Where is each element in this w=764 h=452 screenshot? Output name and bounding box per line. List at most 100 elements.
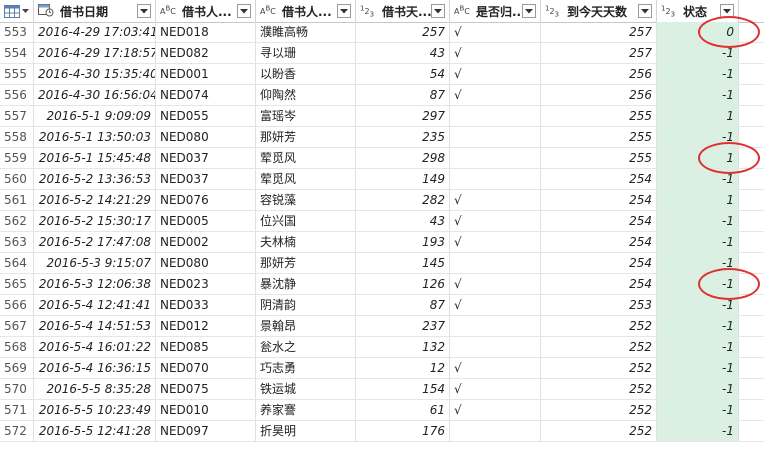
- cell-days[interactable]: 282: [356, 190, 450, 210]
- cell-today[interactable]: 254: [541, 232, 657, 252]
- cell-days[interactable]: 149: [356, 169, 450, 189]
- table-row[interactable]: 560 2016-5-2 13:36:53 NED037 荤觅风 149 254 -1: [0, 169, 764, 190]
- cell-name[interactable]: 位兴国: [256, 211, 356, 231]
- cell-id[interactable]: NED033: [156, 295, 256, 315]
- cell-status[interactable]: -1: [657, 85, 739, 105]
- cell-today[interactable]: 257: [541, 43, 657, 63]
- cell-status[interactable]: -1: [657, 400, 739, 420]
- table-row[interactable]: 571 2016-5-5 10:23:49 NED010 养家謇 61 √ 252 -1: [0, 400, 764, 421]
- cell-days[interactable]: 257: [356, 22, 450, 42]
- cell-id[interactable]: NED080: [156, 127, 256, 147]
- cell-returned[interactable]: √: [450, 379, 541, 399]
- cell-today[interactable]: 253: [541, 295, 657, 315]
- cell-days[interactable]: 43: [356, 43, 450, 63]
- cell-returned[interactable]: √: [450, 64, 541, 84]
- cell-returned[interactable]: [450, 169, 541, 189]
- table-row[interactable]: 561 2016-5-2 14:21:29 NED076 容锐藻 282 √ 254 1: [0, 190, 764, 211]
- cell-days[interactable]: 126: [356, 274, 450, 294]
- cell-name[interactable]: 荤觅风: [256, 148, 356, 168]
- cell-returned[interactable]: √: [450, 274, 541, 294]
- cell-name[interactable]: 荤觅风: [256, 169, 356, 189]
- cell-returned[interactable]: √: [450, 211, 541, 231]
- table-row[interactable]: 555 2016-4-30 15:35:40 NED001 以盼香 54 √ 256 -1: [0, 64, 764, 85]
- cell-returned[interactable]: √: [450, 43, 541, 63]
- cell-id[interactable]: NED010: [156, 400, 256, 420]
- cell-today[interactable]: 254: [541, 211, 657, 231]
- cell-returned[interactable]: [450, 421, 541, 441]
- cell-today[interactable]: 255: [541, 127, 657, 147]
- cell-name[interactable]: 容锐藻: [256, 190, 356, 210]
- table-row[interactable]: 566 2016-5-4 12:41:41 NED033 阴清韵 87 √ 253 -1: [0, 295, 764, 316]
- cell-returned[interactable]: √: [450, 232, 541, 252]
- cell-name[interactable]: 仰陶然: [256, 85, 356, 105]
- cell-name[interactable]: 景翰昂: [256, 316, 356, 336]
- cell-status[interactable]: 1: [657, 106, 739, 126]
- cell-status[interactable]: -1: [657, 232, 739, 252]
- table-row[interactable]: 569 2016-5-4 16:36:15 NED070 巧志勇 12 √ 252 -1: [0, 358, 764, 379]
- cell-id[interactable]: NED005: [156, 211, 256, 231]
- cell-status[interactable]: -1: [657, 421, 739, 441]
- cell-days[interactable]: 235: [356, 127, 450, 147]
- cell-returned[interactable]: √: [450, 22, 541, 42]
- filter-dropdown-icon[interactable]: [337, 4, 351, 18]
- cell-id[interactable]: NED076: [156, 190, 256, 210]
- table-row[interactable]: 554 2016-4-29 17:18:57 NED082 寻以珊 43 √ 257 -1: [0, 43, 764, 64]
- cell-days[interactable]: 193: [356, 232, 450, 252]
- cell-today[interactable]: 255: [541, 106, 657, 126]
- cell-days[interactable]: 12: [356, 358, 450, 378]
- cell-today[interactable]: 254: [541, 169, 657, 189]
- table-row[interactable]: 563 2016-5-2 17:47:08 NED002 夫林楠 193 √ 254 -1: [0, 232, 764, 253]
- cell-status[interactable]: -1: [657, 64, 739, 84]
- cell-days[interactable]: 61: [356, 400, 450, 420]
- filter-dropdown-icon[interactable]: [137, 4, 151, 18]
- cell-days[interactable]: 132: [356, 337, 450, 357]
- cell-returned[interactable]: [450, 148, 541, 168]
- table-row[interactable]: 565 2016-5-3 12:06:38 NED023 暴沈静 126 √ 254 -1: [0, 274, 764, 295]
- cell-date[interactable]: 2016-5-5 10:23:49: [34, 400, 156, 420]
- cell-name[interactable]: 阴清韵: [256, 295, 356, 315]
- cell-name[interactable]: 瓮水之: [256, 337, 356, 357]
- cell-days[interactable]: 154: [356, 379, 450, 399]
- cell-date[interactable]: 2016-5-4 16:36:15: [34, 358, 156, 378]
- table-row[interactable]: 568 2016-5-4 16:01:22 NED085 瓮水之 132 252 -1: [0, 337, 764, 358]
- table-row[interactable]: 572 2016-5-5 12:41:28 NED097 折昊明 176 252 -1: [0, 421, 764, 442]
- column-header-returned[interactable]: ABC 是否归...: [450, 0, 541, 22]
- cell-date[interactable]: 2016-5-1 15:45:48: [34, 148, 156, 168]
- cell-name[interactable]: 养家謇: [256, 400, 356, 420]
- cell-name[interactable]: 那妍芳: [256, 127, 356, 147]
- cell-name[interactable]: 富瑶岑: [256, 106, 356, 126]
- cell-id[interactable]: NED037: [156, 148, 256, 168]
- cell-status[interactable]: -1: [657, 211, 739, 231]
- cell-today[interactable]: 252: [541, 358, 657, 378]
- cell-id[interactable]: NED070: [156, 358, 256, 378]
- cell-name[interactable]: 折昊明: [256, 421, 356, 441]
- cell-today[interactable]: 252: [541, 421, 657, 441]
- cell-name[interactable]: 暴沈静: [256, 274, 356, 294]
- table-row[interactable]: 570 2016-5-5 8:35:28 NED075 铁运城 154 √ 252 -1: [0, 379, 764, 400]
- cell-id[interactable]: NED023: [156, 274, 256, 294]
- number-type-icon[interactable]: 123: [360, 4, 380, 18]
- cell-today[interactable]: 252: [541, 379, 657, 399]
- cell-date[interactable]: 2016-5-5 8:35:28: [34, 379, 156, 399]
- cell-date[interactable]: 2016-5-3 12:06:38: [34, 274, 156, 294]
- cell-returned[interactable]: √: [450, 358, 541, 378]
- cell-returned[interactable]: [450, 127, 541, 147]
- table-row[interactable]: 556 2016-4-30 16:56:04 NED074 仰陶然 87 √ 256 -1: [0, 85, 764, 106]
- cell-returned[interactable]: √: [450, 400, 541, 420]
- cell-today[interactable]: 254: [541, 274, 657, 294]
- filter-dropdown-icon[interactable]: [522, 4, 536, 18]
- cell-days[interactable]: 87: [356, 295, 450, 315]
- cell-date[interactable]: 2016-4-30 16:56:04: [34, 85, 156, 105]
- datetime-type-icon[interactable]: [38, 3, 58, 20]
- column-header-id[interactable]: ABC 借书人...: [156, 0, 256, 22]
- cell-returned[interactable]: √: [450, 190, 541, 210]
- cell-today[interactable]: 252: [541, 316, 657, 336]
- table-row[interactable]: 558 2016-5-1 13:50:03 NED080 那妍芳 235 255 -1: [0, 127, 764, 148]
- table-grid-icon[interactable]: [0, 0, 34, 22]
- table-row[interactable]: 553 2016-4-29 17:03:41 NED018 濮睢高畅 257 √ 257 0: [0, 22, 764, 43]
- cell-days[interactable]: 237: [356, 316, 450, 336]
- cell-status[interactable]: -1: [657, 358, 739, 378]
- cell-name[interactable]: 铁运城: [256, 379, 356, 399]
- text-type-icon[interactable]: ABC: [454, 5, 474, 18]
- cell-id[interactable]: NED001: [156, 64, 256, 84]
